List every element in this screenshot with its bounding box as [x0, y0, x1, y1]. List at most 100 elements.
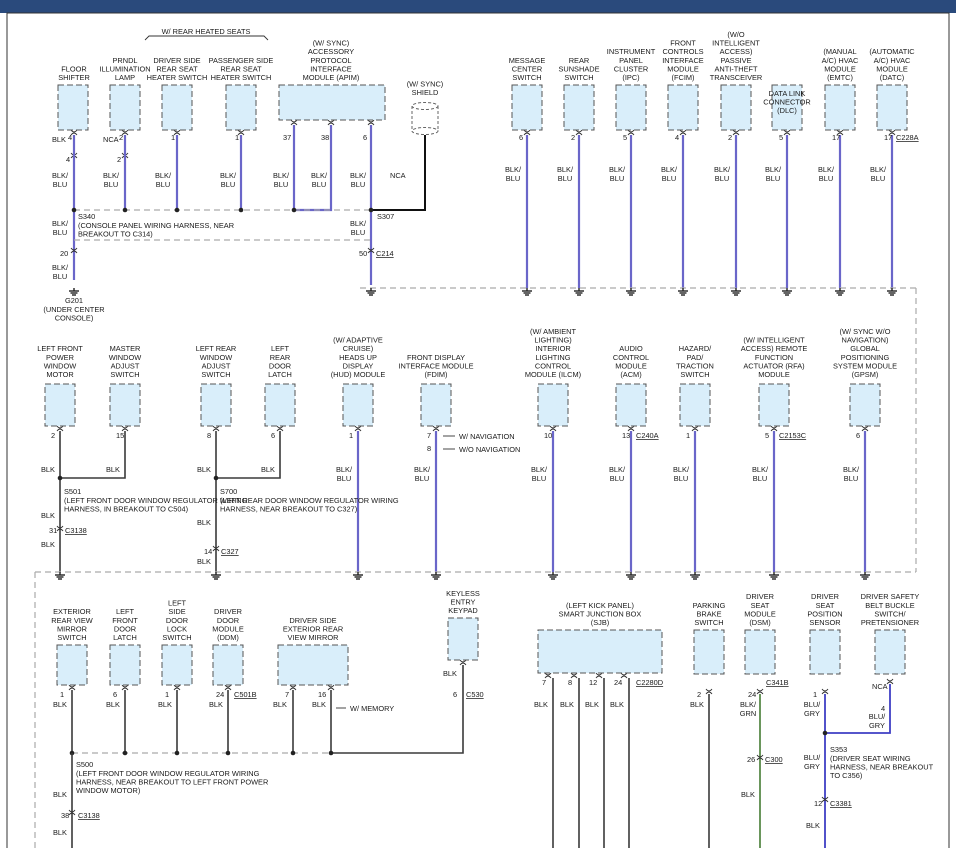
lf-door-latch-label-line-3: LATCH — [113, 633, 137, 642]
prndl-label-line-2: LAMP — [115, 73, 135, 82]
floor-shifter-label-line-1: SHIFTER — [58, 73, 90, 82]
sjb-pin-3: 24 — [614, 678, 622, 687]
s1-wl-1-line-1: BLU — [104, 180, 118, 189]
c3381-label: C3381 — [830, 799, 852, 808]
dsm-wl-line-0: BLK/ — [740, 700, 757, 709]
belt-buckle-label-line-3: PRETENSIONER — [861, 618, 919, 627]
fcim-label-line-4: (FCIM) — [672, 73, 695, 82]
s2-box-3 — [667, 84, 699, 131]
lf-window-motor-box — [44, 383, 76, 427]
s2-pin-0: 6 — [519, 133, 523, 142]
g201-desc-line-1: CONSOLE) — [55, 314, 94, 323]
driver-mirror-box — [277, 644, 349, 686]
sjb-label-line-2: (SJB) — [591, 618, 609, 627]
s2-pin-4: 2 — [728, 133, 732, 142]
wiring-diagram: FLOORSHIFTERPRNDLILLUMINATIONLAMPDRIVER … — [0, 0, 956, 848]
s3-pin-0: 2 — [51, 431, 55, 440]
s353-wl-line-1: GRY — [804, 762, 820, 771]
s1-wl-4-line-0: BLK/ — [273, 171, 290, 180]
belt-nca: NCA — [872, 682, 888, 691]
s340-desc-line-1: BREAKOUT TO C314) — [78, 230, 153, 239]
dlc-label-line-2: (DLC) — [777, 106, 797, 115]
s353-label: S353 — [830, 745, 847, 754]
s3-wl-haz-line-0: BLK/ — [673, 465, 690, 474]
s4-pin-6: 1 — [813, 690, 817, 699]
s2-wl-0-line-1: BLU — [506, 174, 520, 183]
lr-window-switch-label-line-3: SWITCH — [201, 370, 230, 379]
s1-splice-dot-4 — [291, 207, 297, 213]
s2-box-1 — [563, 84, 595, 131]
fdim-box — [420, 383, 452, 427]
c501b-label: C501B — [234, 690, 257, 699]
keypad-box — [447, 617, 479, 661]
s2-wl-0-line-0: BLK/ — [505, 165, 522, 174]
s1-wl-g201-line-1: BLU — [53, 272, 67, 281]
c530-label: C530 — [466, 690, 484, 699]
s3-wl-fdim-line-0: BLK/ — [414, 465, 431, 474]
s1-pin-0: 4 — [68, 133, 72, 142]
c228a-label: C228A — [896, 133, 919, 142]
hazard-label-line-3: SWITCH — [680, 370, 709, 379]
s340-label: S340 — [78, 212, 95, 221]
s4-pin-2: 1 — [165, 690, 169, 699]
s1-wl-below-s340-line-1: BLU — [53, 228, 67, 237]
fs-wire-blk: BLK — [52, 135, 66, 144]
dsm-wl-line-1: GRN — [740, 709, 756, 718]
s1-wl-below-s307-line-0: BLK/ — [350, 219, 367, 228]
shield-label-line-1: SHIELD — [412, 88, 439, 97]
s3-wl-rfa-line-1: BLU — [753, 474, 767, 483]
prndl-wire-nca: NCA — [103, 135, 119, 144]
c2153c-label: C2153C — [779, 431, 807, 440]
s500-pin: 38 — [61, 811, 69, 820]
s2-pin-1: 2 — [571, 133, 575, 142]
s4-wl-2: BLK — [158, 700, 172, 709]
s1-wl-2-line-0: BLK/ — [155, 171, 172, 180]
acm-label-line-3: (ACM) — [620, 370, 641, 379]
lf-door-latch-box — [109, 644, 141, 686]
s1-pin-1: 2 — [119, 133, 123, 142]
msg-center-label-line-2: SWITCH — [512, 73, 541, 82]
s3-pin-4: 1 — [349, 431, 353, 440]
s501-label: S501 — [64, 487, 81, 496]
prndl-pin2: 2 — [117, 155, 121, 164]
s1-wl-below-s340-line-0: BLK/ — [52, 219, 69, 228]
s353-wl-line-0: BLU/ — [804, 753, 821, 762]
sps-wl-line-0: BLU/ — [804, 700, 821, 709]
apim-pin-6: 6 — [363, 133, 367, 142]
s700-desc-line-1: HARNESS, NEAR BREAKOUT TO C327) — [220, 505, 357, 514]
s3-wl-rfa-line-0: BLK/ — [752, 465, 769, 474]
emtc-label-line-3: (EMTC) — [827, 73, 853, 82]
s340-pin: 20 — [60, 249, 68, 258]
keypad-label-line-2: KEYPAD — [448, 606, 477, 615]
driver-mirror-label-line-2: VIEW MIRROR — [288, 633, 339, 642]
s353-dot — [822, 730, 828, 736]
s2-wl-5-line-0: BLK/ — [765, 165, 782, 174]
title-strip — [0, 0, 956, 13]
apim-pin-37: 37 — [283, 133, 291, 142]
belt-wl-line-1: GRY — [869, 721, 885, 730]
hud-box — [342, 383, 374, 427]
s3-wl-ilcm-line-1: BLU — [532, 474, 546, 483]
sjb-pin-0: 7 — [542, 678, 546, 687]
s2-pin-3: 4 — [675, 133, 679, 142]
keypad-wl: BLK — [443, 669, 457, 678]
s2-wl-2-line-1: BLU — [610, 174, 624, 183]
s1-pin-3: 1 — [235, 133, 239, 142]
s3-pin-7: 1 — [686, 431, 690, 440]
fdim-note-nonav: W/O NAVIGATION — [459, 445, 520, 454]
ipc-label-line-3: (IPC) — [622, 73, 639, 82]
ext-mirror-switch-box — [56, 644, 88, 686]
s3-wl-lfwm: BLK — [41, 465, 55, 474]
s2-wl-1-line-0: BLK/ — [557, 165, 574, 174]
s3-pin-5: 10 — [544, 431, 552, 440]
s3-wl-hud-line-1: BLU — [337, 474, 351, 483]
sjb-wl-1: BLK — [560, 700, 574, 709]
sjb-wl-2: BLK — [585, 700, 599, 709]
s1-wl-2-line-1: BLU — [156, 180, 170, 189]
s3-wl-fdim-line-1: BLU — [415, 474, 429, 483]
s4-pin-4: 2 — [697, 690, 701, 699]
sjb-pin-2: 12 — [589, 678, 597, 687]
s500-desc-line-2: WINDOW MOTOR) — [76, 786, 140, 795]
floor-shifter-box — [57, 84, 89, 131]
pat-label-line-5: TRANSCEIVER — [710, 73, 763, 82]
